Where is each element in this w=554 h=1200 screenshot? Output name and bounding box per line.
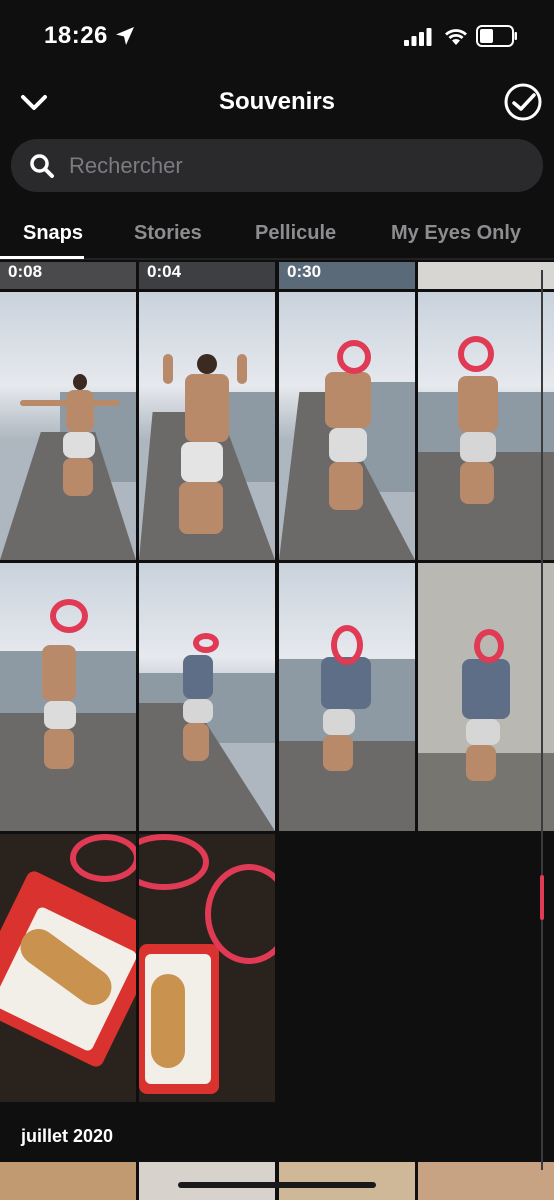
search-icon bbox=[30, 154, 54, 178]
photo-thumbnail[interactable] bbox=[0, 563, 136, 831]
tab-bar: Snaps Stories Pellicule My Eyes Only bbox=[0, 216, 554, 260]
search-input[interactable] bbox=[69, 139, 529, 192]
section-date-header: juillet 2020 bbox=[21, 1126, 114, 1146]
status-time: 18:26 bbox=[44, 22, 108, 49]
photo-thumbnail[interactable] bbox=[139, 834, 275, 1102]
tab-my-eyes-only[interactable]: My Eyes Only bbox=[391, 222, 521, 245]
status-bar: 18:26 bbox=[0, 0, 554, 70]
location-arrow-icon bbox=[116, 27, 134, 45]
home-indicator[interactable] bbox=[178, 1182, 376, 1188]
photo-thumbnail[interactable] bbox=[279, 1162, 415, 1200]
battery-icon bbox=[476, 25, 517, 47]
snap-duration: 0:04 bbox=[147, 262, 182, 281]
photo-thumbnail[interactable] bbox=[139, 563, 275, 831]
search-bar[interactable] bbox=[11, 139, 543, 192]
photo-thumbnail[interactable] bbox=[418, 563, 554, 831]
snap-thumbnail[interactable]: 0:08 bbox=[0, 262, 136, 289]
snap-thumbnail[interactable]: 0:04 bbox=[139, 262, 275, 289]
photo-thumbnail[interactable] bbox=[139, 292, 275, 560]
photo-thumbnail[interactable] bbox=[0, 1162, 136, 1200]
photo-thumbnail[interactable] bbox=[0, 834, 136, 1102]
snap-duration: 0:30 bbox=[287, 262, 322, 281]
scrollbar-thumb[interactable] bbox=[540, 875, 544, 920]
page-title: Souvenirs bbox=[218, 88, 336, 115]
photo-thumbnail[interactable] bbox=[139, 1162, 275, 1200]
tab-pellicule[interactable]: Pellicule bbox=[255, 222, 336, 245]
photo-thumbnail[interactable] bbox=[0, 292, 136, 560]
photo-thumbnail[interactable] bbox=[279, 292, 415, 560]
tab-snaps[interactable]: Snaps bbox=[23, 222, 83, 245]
select-check-icon[interactable] bbox=[503, 82, 543, 122]
scrollbar-track[interactable] bbox=[541, 270, 543, 1170]
snap-thumbnail[interactable]: 0:30 bbox=[279, 262, 415, 289]
snap-duration: 0:08 bbox=[8, 262, 43, 281]
snap-thumbnail[interactable] bbox=[418, 262, 554, 289]
photo-thumbnail[interactable] bbox=[418, 1162, 554, 1200]
cellular-signal-icon bbox=[404, 28, 432, 46]
tab-active-indicator bbox=[0, 256, 84, 259]
header: Souvenirs bbox=[0, 72, 554, 132]
wifi-icon bbox=[445, 29, 467, 45]
photo-thumbnail[interactable] bbox=[418, 292, 554, 560]
tab-stories[interactable]: Stories bbox=[134, 222, 202, 245]
photo-thumbnail[interactable] bbox=[279, 563, 415, 831]
